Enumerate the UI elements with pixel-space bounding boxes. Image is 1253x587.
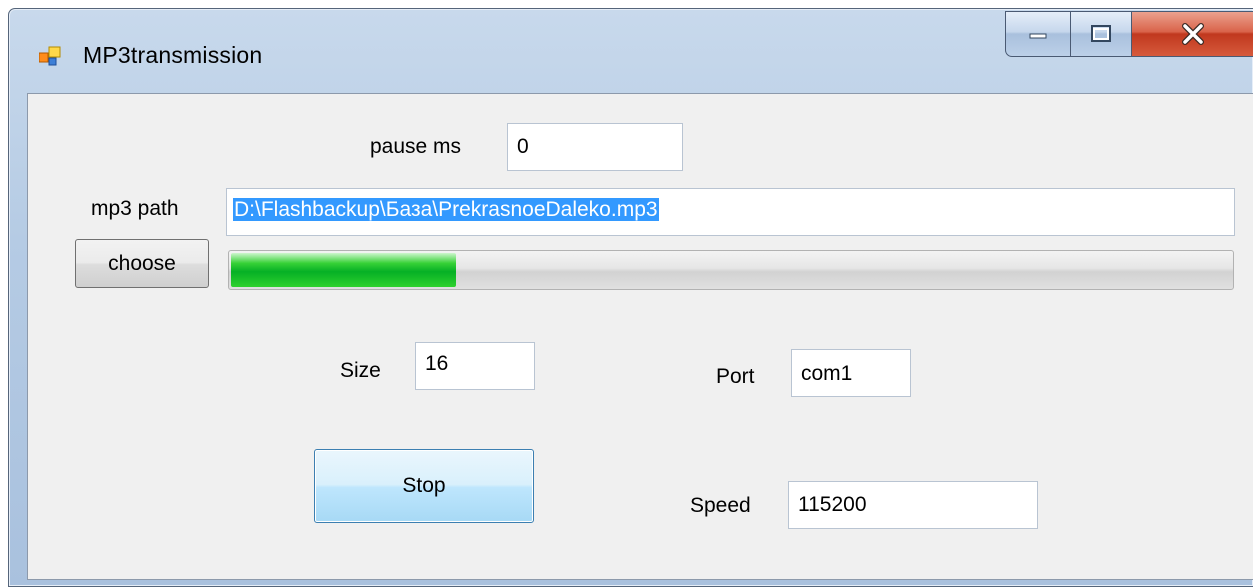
pause-label: pause ms xyxy=(370,135,462,158)
size-input[interactable]: 16 xyxy=(415,342,535,390)
minimize-button[interactable] xyxy=(1005,11,1071,57)
mp3-path-input[interactable]: D:\Flashbackup\База\PrekrasnoeDaleko.mp3 xyxy=(226,188,1235,236)
form-client-area: pause ms 0 mp3 path D:\Flashbackup\База\… xyxy=(27,93,1253,580)
close-button[interactable] xyxy=(1131,11,1253,57)
pause-ms-input[interactable]: 0 xyxy=(507,123,683,171)
mp3-path-label: mp3 path xyxy=(91,197,179,220)
speed-label: Speed xyxy=(690,494,751,517)
selected-path-text: D:\Flashbackup\База\PrekrasnoeDaleko.mp3 xyxy=(233,198,659,221)
maximize-icon xyxy=(1091,25,1111,42)
transfer-progress-bar xyxy=(228,250,1234,290)
minimize-icon xyxy=(1029,33,1047,39)
progress-fill xyxy=(231,253,456,287)
port-label: Port xyxy=(716,365,755,388)
speed-input[interactable]: 115200 xyxy=(788,481,1038,529)
title-bar[interactable]: MP3transmission xyxy=(9,9,1253,89)
close-icon xyxy=(1182,23,1204,45)
stop-button[interactable]: Stop xyxy=(314,449,534,523)
port-input[interactable]: com1 xyxy=(791,349,911,397)
winforms-app-icon xyxy=(39,46,61,66)
window-title: MP3transmission xyxy=(83,42,263,68)
maximize-button[interactable] xyxy=(1070,11,1132,57)
size-label: Size xyxy=(340,359,381,382)
app-window: MP3transmission pause ms 0 mp3 path D:\F… xyxy=(8,8,1253,587)
choose-button[interactable]: choose xyxy=(75,239,209,288)
